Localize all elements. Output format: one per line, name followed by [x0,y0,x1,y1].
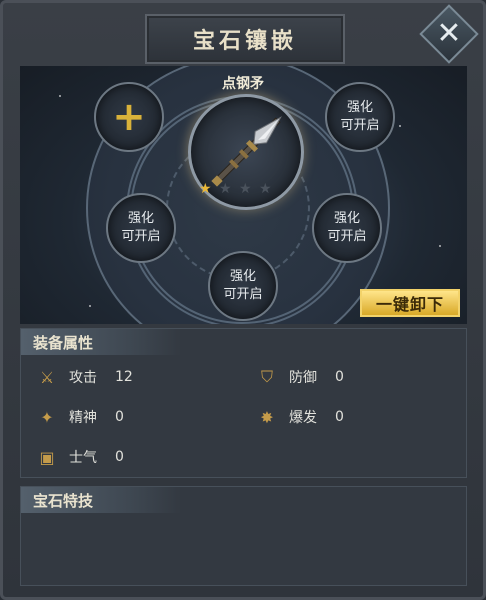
star-empty-icon: ★ [219,181,232,197]
gem-skills-section-title: 宝石特技 [21,487,181,513]
gem-slot-add[interactable]: + [94,82,164,152]
slot-label-line2: 可开启 [327,229,367,244]
attributes-section-title: 装备属性 [21,329,181,355]
stat-spirit-label: 精神 [69,410,97,426]
stat-defense: ⛉ 防御 0 [257,366,344,388]
morale-icon: ▣ [39,447,55,467]
stat-morale-value: 0 [115,449,124,465]
close-x-icon[interactable]: ✕ [428,13,470,55]
slot-label-line2: 可开启 [223,287,263,302]
shield-icon: ⛉ [260,367,273,386]
unload-all-button[interactable]: 一键卸下 [360,289,460,317]
stat-spirit-value: 0 [115,409,124,425]
stat-burst-label: 爆发 [289,410,317,426]
stat-spirit: ✦ 精神 0 [37,406,124,428]
slot-label-line1: 强化 [346,100,373,115]
plus-icon: + [112,94,146,140]
stat-defense-label: 防御 [289,370,317,386]
slot-label-line1: 强化 [333,211,360,226]
gem-skills-panel: 宝石特技 [20,486,467,586]
gem-slot-mid-right[interactable]: 强化 可开启 [312,193,382,263]
spirit-icon: ✦ [40,407,54,427]
gem-slot-mid-left[interactable]: 强化 可开启 [106,193,176,263]
window-title: 宝石镶嵌 [192,28,297,54]
star-empty-icon: ★ [239,181,252,197]
attributes-panel: 装备属性 ⚔ 攻击 12 ⛉ 防御 0 ✦ 精神 0 ✸ 爆发 0 ▣ 士气 0 [20,328,467,478]
stat-attack: ⚔ 攻击 12 [37,366,133,388]
slot-label-line2: 可开启 [340,118,380,133]
stat-burst: ✸ 爆发 0 [257,406,344,428]
gem-slot-top-right[interactable]: 强化 可开启 [325,82,395,152]
stat-burst-value: 0 [335,409,344,425]
burst-icon: ✸ [260,407,274,427]
slot-label-line1: 强化 [229,269,256,284]
star-rating: ★ ★ ★ ★ [199,181,279,197]
stat-morale-label: 士气 [69,450,97,466]
title-plate: 宝石镶嵌 [145,14,345,64]
star-filled-icon: ★ [199,181,212,197]
slot-label-line2: 可开启 [121,229,161,244]
stat-attack-label: 攻击 [69,370,97,386]
slot-label-line1: 强化 [127,211,154,226]
gem-slot-bottom[interactable]: 强化 可开启 [208,251,278,321]
star-empty-icon: ★ [259,181,272,197]
stat-defense-value: 0 [335,369,344,385]
stat-morale: ▣ 士气 0 [37,446,124,468]
crossed-swords-icon: ⚔ [39,367,55,387]
stat-attack-value: 12 [115,369,133,385]
